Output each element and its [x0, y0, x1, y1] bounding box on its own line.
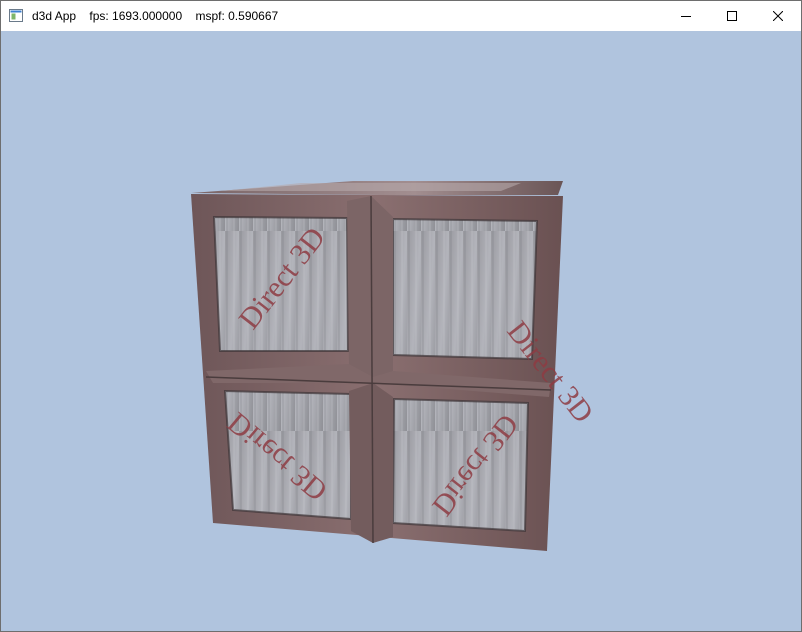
close-icon	[773, 11, 783, 21]
app-window: d3d App fps: 1693.000000 mspf: 0.590667	[0, 0, 802, 632]
render-viewport[interactable]: Direct 3D Direct 3D Direct 3D Direct 3D	[1, 31, 801, 631]
maximize-button[interactable]	[709, 1, 755, 31]
window-title: d3d App fps: 1693.000000 mspf: 0.590667	[32, 9, 279, 23]
minimize-icon	[681, 16, 691, 17]
crate-render: Direct 3D Direct 3D Direct 3D Direct 3D	[191, 181, 600, 551]
close-button[interactable]	[755, 1, 801, 31]
maximize-icon	[727, 11, 737, 21]
app-window-icon	[9, 9, 23, 22]
title-bar[interactable]: d3d App fps: 1693.000000 mspf: 0.590667	[1, 1, 801, 31]
minimize-button[interactable]	[663, 1, 709, 31]
